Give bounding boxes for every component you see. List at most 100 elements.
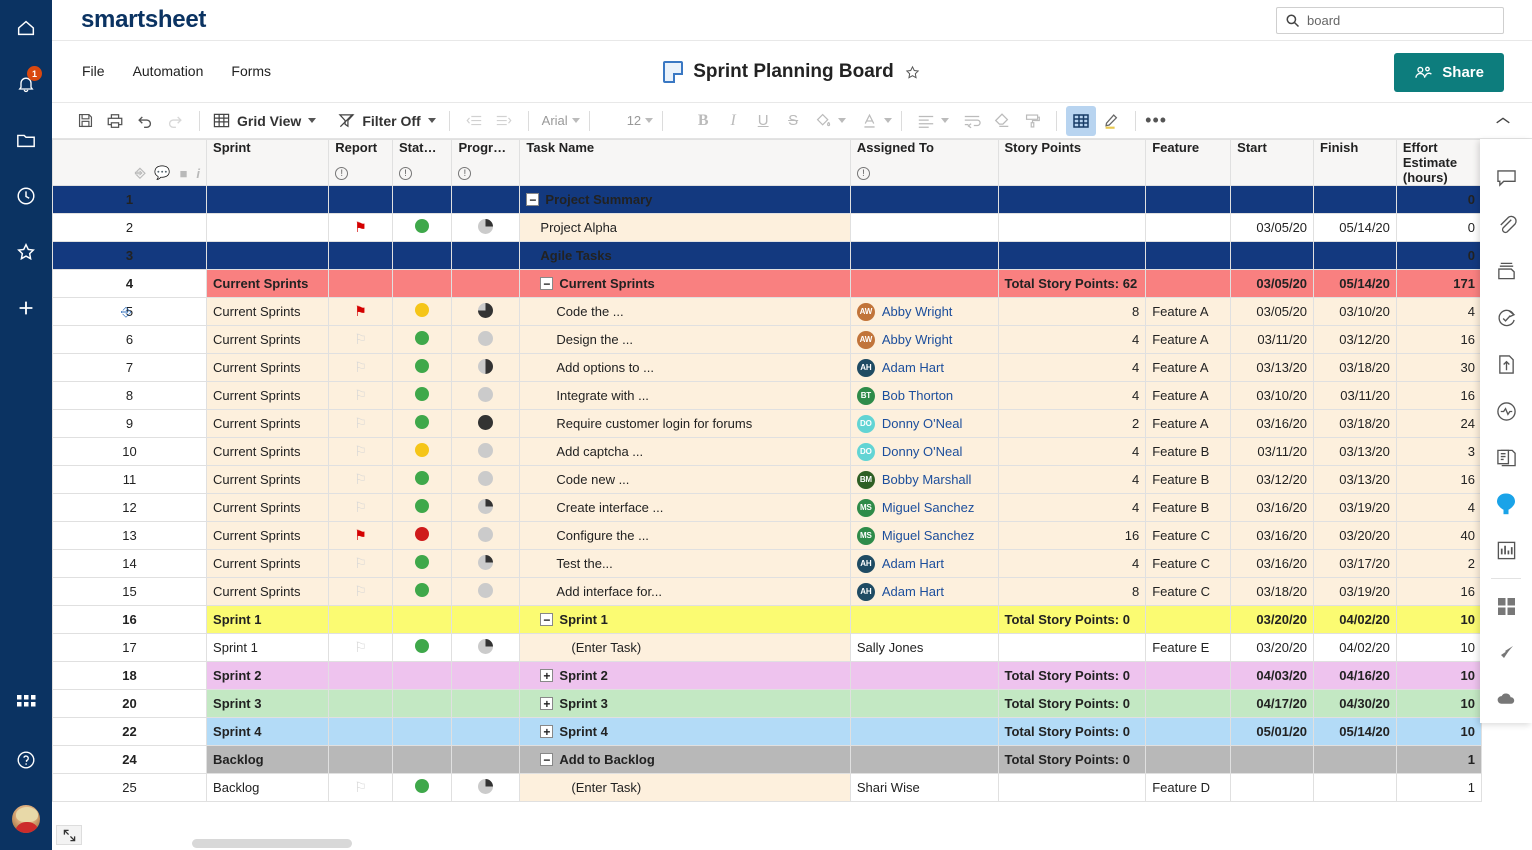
cell-story-points[interactable]: 4 <box>998 382 1146 410</box>
column-header-assigned[interactable]: Assigned To <box>850 140 998 186</box>
table-row[interactable]: 1 −Project Summary 0 <box>53 186 1482 214</box>
cell-status[interactable] <box>392 746 451 774</box>
row-number-cell[interactable]: 22 <box>53 718 207 746</box>
table-row[interactable]: 20Sprint 3+Sprint 3Total Story Points: 0… <box>53 690 1482 718</box>
table-row[interactable]: 9Current Sprints⚐Require customer login … <box>53 410 1482 438</box>
cell-assigned-to[interactable] <box>850 662 998 690</box>
cell-effort-estimate[interactable]: 40 <box>1396 522 1481 550</box>
cell-start-date[interactable]: 03/10/20 <box>1231 382 1314 410</box>
cell-task-name[interactable]: +Sprint 2 <box>520 662 850 690</box>
cell-finish-date[interactable]: 05/14/20 <box>1314 214 1397 242</box>
format-painter-icon[interactable] <box>1017 106 1047 136</box>
cell-task-name[interactable]: +Sprint 4 <box>520 718 850 746</box>
cell-assigned-to[interactable]: AHAdam Hart <box>850 578 998 606</box>
cell-report-flag[interactable]: ⚑ <box>329 298 393 326</box>
cell-story-points[interactable]: 8 <box>998 298 1146 326</box>
cell-assigned-to[interactable]: Sally Jones <box>850 634 998 662</box>
cell-task-name[interactable]: Add options to ... <box>520 354 850 382</box>
row-number-cell[interactable]: 15 <box>53 578 207 606</box>
grid-view-button[interactable]: Grid View <box>209 112 320 129</box>
cell-status[interactable] <box>392 382 451 410</box>
cell-effort-estimate[interactable]: 1 <box>1396 746 1481 774</box>
highlight-icon[interactable] <box>1096 106 1126 136</box>
cell-sprint[interactable]: Sprint 2 <box>207 662 329 690</box>
cell-status[interactable] <box>392 494 451 522</box>
cell-status[interactable] <box>392 410 451 438</box>
cell-progress[interactable] <box>452 662 520 690</box>
cell-status[interactable] <box>392 606 451 634</box>
cell-progress[interactable] <box>452 774 520 802</box>
row-expand-toggle[interactable]: + <box>540 725 553 738</box>
cell-start-date[interactable]: 03/13/20 <box>1231 354 1314 382</box>
cell-task-name[interactable]: −Sprint 1 <box>520 606 850 634</box>
row-number-cell[interactable]: 7 <box>53 354 207 382</box>
cell-feature[interactable]: Feature B <box>1146 466 1231 494</box>
cell-feature[interactable] <box>1146 746 1231 774</box>
font-family-value[interactable]: Arial <box>538 113 572 128</box>
cell-progress[interactable] <box>452 466 520 494</box>
column-header-points[interactable]: Story Points <box>998 140 1146 186</box>
cell-sprint[interactable]: Current Sprints <box>207 522 329 550</box>
column-header-effort[interactable]: Effort Estimate (hours) <box>1396 140 1481 186</box>
cell-finish-date[interactable]: 04/02/20 <box>1314 606 1397 634</box>
cell-task-name[interactable]: −Project Summary <box>520 186 850 214</box>
outdent-icon[interactable] <box>459 106 489 136</box>
cell-assigned-to[interactable]: AHAdam Hart <box>850 354 998 382</box>
wrap-text-icon[interactable] <box>957 106 987 136</box>
expand-view-button[interactable] <box>56 825 82 845</box>
cell-effort-estimate[interactable]: 10 <box>1396 662 1481 690</box>
cell-story-points[interactable]: 8 <box>998 578 1146 606</box>
cell-effort-estimate[interactable]: 16 <box>1396 578 1481 606</box>
cell-progress[interactable] <box>452 298 520 326</box>
table-row[interactable]: 3Agile Tasks0 <box>53 242 1482 270</box>
cell-task-name[interactable]: Add captcha ... <box>520 438 850 466</box>
cell-finish-date[interactable]: 03/11/20 <box>1314 382 1397 410</box>
cell-feature[interactable]: Feature A <box>1146 326 1231 354</box>
cell-task-name[interactable]: Require customer login for forums <box>520 410 850 438</box>
cell-report-flag[interactable]: ⚐ <box>329 634 393 662</box>
row-number-cell[interactable]: 8 <box>53 382 207 410</box>
cell-sprint[interactable]: Sprint 3 <box>207 690 329 718</box>
cell-story-points[interactable] <box>998 634 1146 662</box>
cell-finish-date[interactable]: 05/14/20 <box>1314 718 1397 746</box>
table-row[interactable]: 12Current Sprints⚐Create interface ...MS… <box>53 494 1482 522</box>
cell-progress[interactable] <box>452 438 520 466</box>
column-header-rownum[interactable]: ⎆💬■i <box>53 140 207 186</box>
cell-status[interactable] <box>392 242 451 270</box>
cell-start-date[interactable]: 04/03/20 <box>1231 662 1314 690</box>
chart-icon[interactable] <box>1480 528 1532 575</box>
cell-task-name[interactable]: (Enter Task) <box>520 634 850 662</box>
cell-task-name[interactable]: Agile Tasks <box>520 242 850 270</box>
apps-grid-icon[interactable] <box>0 676 52 732</box>
cell-task-name[interactable]: (Enter Task) <box>520 774 850 802</box>
help-icon[interactable] <box>0 732 52 788</box>
cell-story-points[interactable] <box>998 214 1146 242</box>
align-left-icon[interactable] <box>911 106 941 136</box>
cell-sprint[interactable]: Current Sprints <box>207 438 329 466</box>
sheet-grid[interactable]: ⎆💬■iSprintReportStat…Progr…Task NameAssi… <box>52 139 1532 850</box>
table-row[interactable]: 14Current Sprints⚐Test the...AHAdam Hart… <box>53 550 1482 578</box>
cell-status[interactable] <box>392 186 451 214</box>
cell-assigned-to[interactable]: Shari Wise <box>850 774 998 802</box>
clear-format-icon[interactable] <box>987 106 1017 136</box>
row-number-cell[interactable]: 1 <box>53 186 207 214</box>
print-icon[interactable] <box>100 106 130 136</box>
cell-effort-estimate[interactable]: 0 <box>1396 186 1481 214</box>
conversations-icon[interactable] <box>1480 155 1532 202</box>
cell-start-date[interactable]: 03/20/20 <box>1231 606 1314 634</box>
cell-sprint[interactable]: Backlog <box>207 746 329 774</box>
table-row[interactable]: ⎆5Current Sprints⚑Code the ...AWAbby Wri… <box>53 298 1482 326</box>
cell-feature[interactable] <box>1146 270 1231 298</box>
cell-effort-estimate[interactable]: 30 <box>1396 354 1481 382</box>
save-icon[interactable] <box>70 106 100 136</box>
row-number-cell[interactable]: 16 <box>53 606 207 634</box>
cell-story-points[interactable]: Total Story Points: 0 <box>998 662 1146 690</box>
user-avatar[interactable] <box>0 788 52 850</box>
cloud-icon[interactable] <box>1480 676 1532 723</box>
cell-progress[interactable] <box>452 634 520 662</box>
cell-assigned-to[interactable]: AWAbby Wright <box>850 298 998 326</box>
cell-finish-date[interactable]: 03/19/20 <box>1314 494 1397 522</box>
cell-report-flag[interactable]: ⚐ <box>329 438 393 466</box>
cell-progress[interactable] <box>452 550 520 578</box>
column-header-progress[interactable]: Progr… <box>452 140 520 186</box>
